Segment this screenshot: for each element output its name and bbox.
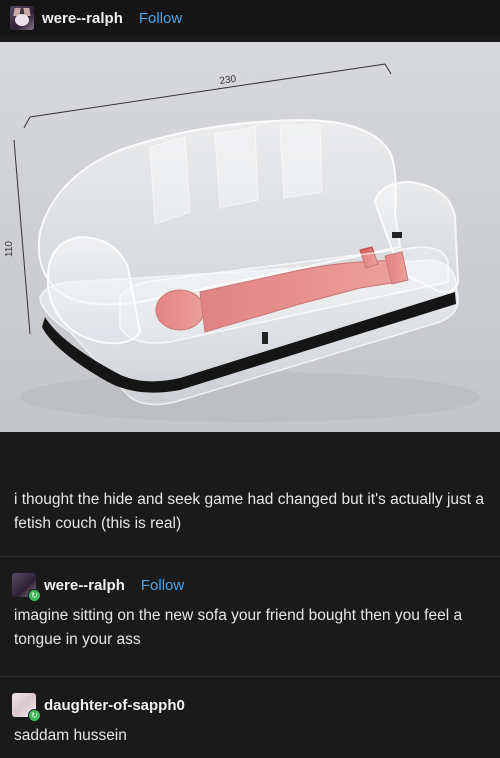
avatar[interactable]: ↻ [12, 573, 41, 602]
divider [0, 676, 500, 677]
avatar[interactable] [10, 6, 34, 30]
reblog-badge-icon: ↻ [28, 589, 41, 602]
dimension-width [23, 63, 392, 129]
follow-button[interactable]: Follow [141, 577, 184, 594]
username[interactable]: were--ralph [42, 10, 123, 27]
divider [0, 556, 500, 557]
dimension-height-label: 110 [4, 241, 15, 257]
reblog-entry: ↻ daughter-of-sapph0 saddam hussein [0, 692, 500, 748]
post-header: were--ralph Follow [0, 0, 500, 36]
username[interactable]: were--ralph [44, 577, 125, 594]
sofa-diagram: 230 110 [4, 63, 480, 422]
reblog-entry: ↻ were--ralph Follow imagine sitting on … [0, 572, 500, 652]
reblog-badge-icon: ↻ [28, 709, 41, 722]
avatar[interactable]: ↻ [12, 693, 41, 722]
post-image[interactable]: 230 110 [0, 42, 500, 432]
post-caption: i thought the hide and seek game had cha… [14, 491, 485, 532]
dimension-width-label: 230 [219, 74, 237, 87]
follow-button[interactable]: Follow [139, 10, 182, 27]
reblog-text: saddam hussein [14, 727, 127, 744]
dimension-height [13, 139, 31, 335]
reblog-text: imagine sitting on the new sofa your fri… [14, 607, 463, 648]
username[interactable]: daughter-of-sapph0 [44, 697, 185, 714]
